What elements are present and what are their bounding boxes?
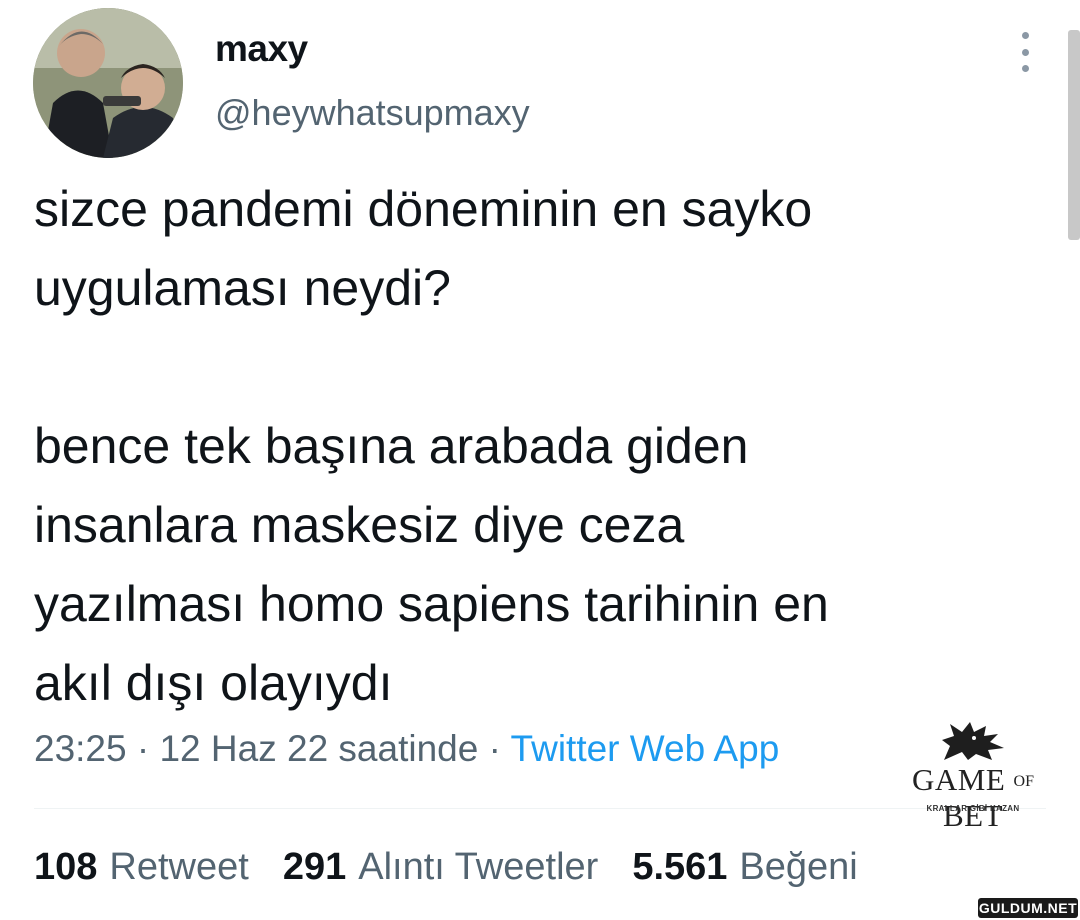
tweet-date[interactable]: 12 Haz 22 saatinde [159, 728, 478, 769]
quote-tweets-count[interactable]: 291 Alıntı Tweetler [283, 846, 599, 889]
watermark-tagline: KRALLAR GİBİ KAZAN [926, 804, 1020, 813]
watermark-logo: GAME OF BET KRALLAR GİBİ KAZAN [878, 720, 1068, 833]
tweet-time[interactable]: 23:25 [34, 728, 127, 769]
avatar-image [33, 8, 183, 158]
more-dot [1021, 32, 1029, 39]
stat-count: 108 [34, 846, 98, 888]
stat-count: 5.561 [632, 846, 728, 888]
more-vertical-icon[interactable] [1008, 30, 1042, 74]
meta-separator: · [478, 728, 511, 769]
avatar[interactable] [33, 8, 183, 158]
author-display-name[interactable]: maxy [215, 28, 308, 70]
watermark-site: GULDUM.NET [978, 898, 1078, 918]
scrollbar-thumb[interactable] [1068, 30, 1080, 240]
stat-label: Alıntı Tweetler [358, 846, 599, 888]
tweet-stats: 108 Retweet 291 Alıntı Tweetler 5.561 Be… [34, 846, 858, 889]
tweet-meta: 23:25 · 12 Haz 22 saatinde · Twitter Web… [34, 728, 779, 770]
tweet-source-link[interactable]: Twitter Web App [511, 728, 780, 769]
tweet-text: sizce pandemi döneminin en sayko uygulam… [34, 181, 829, 711]
stat-label: Retweet [109, 846, 249, 888]
retweet-count[interactable]: 108 Retweet [34, 846, 249, 889]
watermark-brand: GAME OF BET [912, 762, 1034, 833]
likes-count[interactable]: 5.561 Beğeni [632, 846, 857, 889]
meta-separator: · [126, 728, 160, 769]
more-dot [1021, 48, 1029, 56]
wolf-head-icon [942, 722, 1004, 760]
stat-label: Beğeni [739, 846, 858, 888]
stat-count: 291 [282, 846, 347, 888]
author-handle[interactable]: @heywhatsupmaxy [215, 92, 530, 134]
more-dot [1021, 65, 1029, 72]
